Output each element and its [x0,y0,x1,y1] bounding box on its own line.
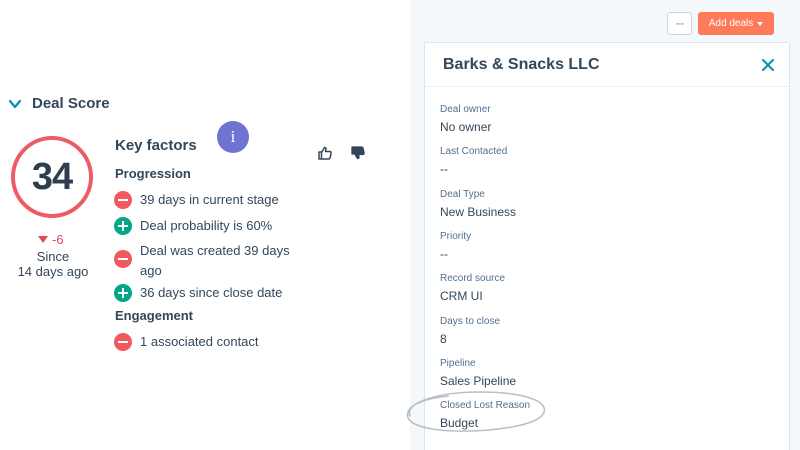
progression-heading: Progression [115,166,191,181]
key-factor-text-line2: ago [140,263,162,278]
thumbs-up-icon[interactable] [317,145,333,161]
property-label: Days to close [440,316,501,327]
property-priority[interactable]: Priority -- [440,231,471,261]
property-label: Pipeline [440,358,476,369]
property-last-contacted[interactable]: Last Contacted -- [440,146,507,176]
plus-circle-icon [114,217,132,235]
key-factor-item: Deal was created 39 days ago [114,242,290,280]
property-value: -- [440,247,448,261]
property-label: Deal owner [440,104,491,115]
property-value: New Business [440,205,517,219]
engagement-heading: Engagement [115,308,194,323]
property-deal-type[interactable]: Deal Type New Business [440,189,516,219]
key-factors-title: Key factors [115,137,197,154]
property-value: -- [440,162,448,176]
key-factor-text: 1 associated contact [140,334,259,349]
property-label: Closed Lost Reason [440,400,531,411]
key-factor-text: 39 days in current stage [140,192,279,207]
score-since: Since 14 days ago [8,249,98,279]
deal-score-panel: Deal Score 34 -6 Since 14 days ago Key f… [0,0,410,450]
deal-score-title: Deal Score [32,95,110,112]
property-deal-owner[interactable]: Deal owner No owner [440,104,491,134]
more-actions-button[interactable]: ··· [667,12,692,35]
chevron-down-icon [8,99,22,108]
property-record-source[interactable]: Record source CRM UI [440,273,505,303]
property-closed-lost-reason[interactable]: Closed Lost Reason Budget [440,400,530,430]
since-line-1: Since [36,249,70,264]
score-delta-value: -6 [52,232,64,247]
plus-circle-icon [114,284,132,302]
score-delta: -6 [38,232,64,247]
property-days-to-close[interactable]: Days to close 8 [440,316,500,346]
since-line-2: 14 days ago [17,264,89,279]
key-factor-item: 36 days since close date [114,284,282,302]
deal-score-value: 34 [31,155,73,198]
record-title: Barks & Snacks LLC [443,55,600,73]
close-icon[interactable] [761,58,775,72]
key-factor-text-line1: Deal was created 39 days [140,243,290,258]
property-value: No owner [440,120,492,134]
triangle-down-icon [38,236,48,243]
minus-circle-icon [114,250,132,268]
info-glyph: i [230,127,236,146]
property-value: CRM UI [440,289,483,303]
deal-score-toggle[interactable]: Deal Score [8,95,110,112]
info-icon[interactable]: i [217,121,249,153]
thumbs-down-icon[interactable] [350,145,366,161]
add-deals-button[interactable]: Add deals [698,12,774,35]
minus-circle-icon [114,333,132,351]
property-value: 8 [440,332,447,346]
key-factor-text: Deal probability is 60% [140,218,273,233]
key-factor-item: 39 days in current stage [114,191,279,209]
property-label: Last Contacted [440,146,508,157]
add-deals-label: Add deals [708,18,754,29]
key-factor-item: 1 associated contact [114,333,259,351]
minus-circle-icon [114,191,132,209]
record-preview-panel: Barks & Snacks LLC Deal owner No owner L… [424,42,790,450]
record-header: Barks & Snacks LLC [425,43,789,87]
property-pipeline[interactable]: Pipeline Sales Pipeline [440,358,516,388]
property-label: Record source [440,273,506,284]
caret-down-icon [757,21,764,26]
property-label: Deal Type [440,189,485,200]
key-factor-text: Deal was created 39 days ago [140,242,290,280]
property-value: Sales Pipeline [440,374,517,388]
property-label: Priority [440,231,472,242]
deal-score-ring: 34 [11,136,93,218]
key-factor-item: Deal probability is 60% [114,217,272,235]
property-value: Budget [440,416,479,430]
more-icon: ··· [675,17,685,30]
key-factor-text: 36 days since close date [140,285,283,300]
